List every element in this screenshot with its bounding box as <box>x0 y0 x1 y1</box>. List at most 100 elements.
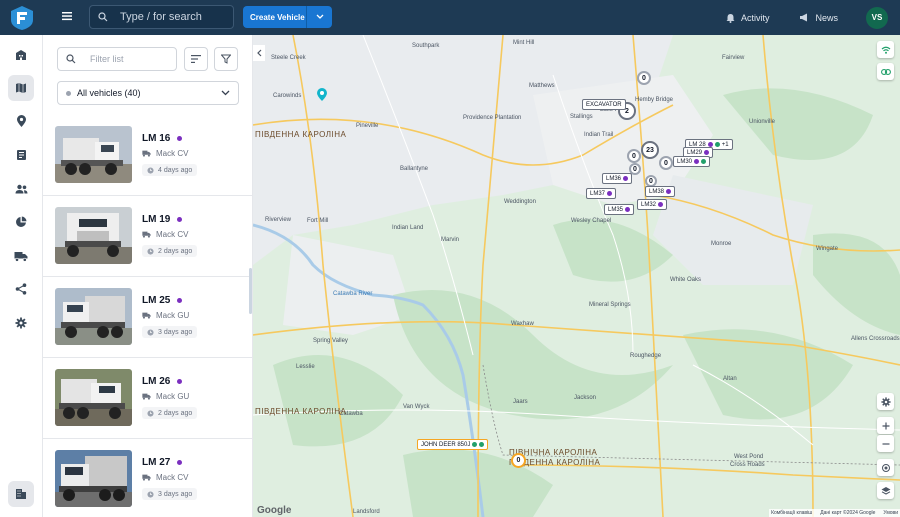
map-settings-button[interactable] <box>877 393 894 410</box>
tag-label: LM30 <box>677 158 693 165</box>
zoom-in-button[interactable] <box>877 417 894 434</box>
list-item[interactable]: LM 16 Mack CV 4 days ago <box>43 115 252 196</box>
town-label: Spring Valley <box>313 338 348 344</box>
filter-list-input[interactable]: Filter list <box>57 47 177 71</box>
vehicle-photo <box>55 207 132 264</box>
town-label: Jaars <box>513 399 528 405</box>
navigation-rail <box>0 35 43 517</box>
user-avatar[interactable]: VS <box>866 6 888 29</box>
chevron-left-icon <box>257 49 262 57</box>
clock-icon <box>147 247 154 255</box>
town-label: Van Wyck <box>403 404 430 410</box>
truck-icon <box>142 474 151 481</box>
vehicle-model: Mack CV <box>156 473 189 482</box>
truck-icon <box>142 231 151 238</box>
sidebar-item-company[interactable] <box>8 481 34 507</box>
sidebar-item-analytics[interactable] <box>8 209 34 235</box>
vehicle-name: LM 25 <box>142 295 171 306</box>
map-cluster[interactable]: 23 <box>641 141 659 159</box>
collapse-panel-button[interactable] <box>253 45 265 61</box>
news-button[interactable]: News <box>799 13 838 23</box>
locate-me-button[interactable] <box>877 459 894 476</box>
town-label: Fort Mill <box>307 218 329 224</box>
keyboard-shortcuts-link[interactable]: Комбінації клавіш <box>771 510 812 516</box>
town-label: Ballantyne <box>400 166 429 172</box>
app-logo-icon[interactable] <box>10 5 34 31</box>
layers-button[interactable] <box>877 482 894 499</box>
filter-button[interactable] <box>214 47 238 71</box>
poi-pin-icon[interactable] <box>316 88 328 102</box>
zoom-out-button[interactable] <box>877 435 894 452</box>
sidebar-item-reports[interactable] <box>8 142 34 168</box>
tag-label: LM37 <box>590 190 606 197</box>
chevron-down-icon[interactable] <box>307 14 332 20</box>
sidebar-item-settings[interactable] <box>8 310 34 336</box>
map-cluster[interactable]: 0 <box>627 149 641 163</box>
list-item[interactable]: LM 27 Mack CV 3 days ago <box>43 439 252 517</box>
map-view[interactable]: Southpark Steele Creek Carowinds Pinevil… <box>253 35 900 517</box>
sidebar-item-map[interactable] <box>8 75 34 101</box>
news-label: News <box>815 12 838 23</box>
town-label: Steele Creek <box>271 55 306 61</box>
share-icon <box>15 283 27 295</box>
sidebar-item-users[interactable] <box>8 176 34 202</box>
global-search-input[interactable]: Type / for search <box>89 5 234 29</box>
town-label: Pineville <box>356 123 379 129</box>
status-dot <box>701 159 707 164</box>
region-label: ПІВДЕННА КАРОЛІНА <box>255 130 347 139</box>
wifi-icon <box>881 46 890 54</box>
tag-label: LM32 <box>641 201 657 208</box>
map-cluster[interactable]: 0 <box>637 71 651 85</box>
status-dot <box>479 442 485 447</box>
vehicle-tag[interactable]: EXCAVATOR <box>582 99 626 110</box>
vehicle-tag[interactable]: LM32 <box>637 199 668 210</box>
create-vehicle-button[interactable]: Create Vehicle <box>243 6 332 28</box>
town-label: West Pond <box>734 454 764 460</box>
truck-icon <box>14 251 28 262</box>
vehicle-tag[interactable]: LM35 <box>604 204 635 215</box>
town-label: Jackson <box>574 395 597 401</box>
town-label: Cross Roads <box>730 462 765 468</box>
map-cluster[interactable]: 0 <box>659 156 673 170</box>
vehicle-group-value: All vehicles (40) <box>77 88 141 98</box>
filter-placeholder: Filter list <box>90 54 124 64</box>
vehicle-model: Mack CV <box>156 149 189 158</box>
vehicle-tag[interactable]: LM36 <box>602 173 633 184</box>
sidebar-item-locations[interactable] <box>8 108 34 134</box>
status-dot <box>625 207 631 212</box>
sidebar-item-buildings[interactable] <box>8 42 34 68</box>
vehicle-tag[interactable]: LM38 <box>645 186 676 197</box>
vehicle-model: Mack GU <box>156 392 190 401</box>
hamburger-menu-icon[interactable] <box>60 9 76 25</box>
clock-icon <box>147 328 154 336</box>
town-label: Indian Trail <box>584 132 614 138</box>
vehicle-group-select[interactable]: All vehicles (40) <box>57 81 239 105</box>
funnel-icon <box>221 54 231 64</box>
vehicle-photo <box>55 288 132 345</box>
status-dot <box>177 460 183 465</box>
tag-label: LM38 <box>649 188 665 195</box>
vehicle-model: Mack GU <box>156 311 190 320</box>
sidebar-item-share[interactable] <box>8 276 34 302</box>
clock-icon <box>147 166 154 174</box>
vehicle-tag[interactable]: LM37 <box>586 188 617 199</box>
sidebar-item-vehicles[interactable] <box>8 243 34 269</box>
status-dot <box>177 217 183 222</box>
activity-button[interactable]: Activity <box>726 13 769 23</box>
list-item[interactable]: LM 26 Mack GU 2 days ago <box>43 358 252 439</box>
megaphone-icon <box>800 13 808 22</box>
terms-link[interactable]: Умови <box>883 510 898 516</box>
sort-button[interactable] <box>184 47 208 71</box>
map-base <box>253 35 900 517</box>
link-toggle-button[interactable] <box>877 63 894 80</box>
signal-toggle-button[interactable] <box>877 41 894 58</box>
create-vehicle-label: Create Vehicle <box>250 12 305 22</box>
tag-label: LM36 <box>606 175 622 182</box>
list-scrollbar[interactable] <box>249 268 252 314</box>
town-label: Hemby Bridge <box>635 97 674 103</box>
vehicle-tag[interactable]: JOHN DEER 850J <box>417 439 489 450</box>
list-item[interactable]: LM 19 Mack CV 2 days ago <box>43 196 252 277</box>
vehicle-tag[interactable]: LM30 <box>673 156 711 167</box>
map-cluster[interactable]: 0 <box>511 453 526 468</box>
list-item[interactable]: LM 25 Mack GU 3 days ago <box>43 277 252 358</box>
